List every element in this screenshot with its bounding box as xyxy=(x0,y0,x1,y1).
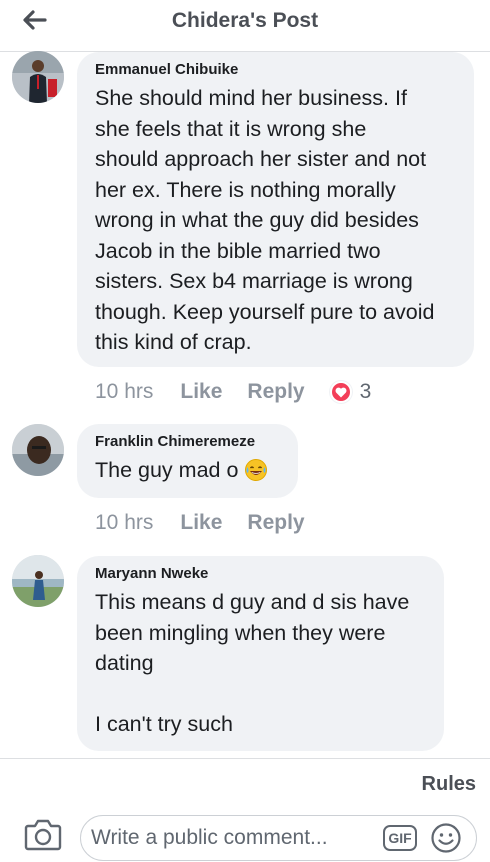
reply-button[interactable]: Reply xyxy=(247,380,304,404)
comment-line: This means d guy and d sis have xyxy=(95,590,410,614)
comment-actions: 10 hrs Like Reply 3 xyxy=(95,377,371,407)
comment-line: should approach her sister and not xyxy=(95,147,427,171)
comment-line: wrong in what the guy did besides xyxy=(95,208,419,232)
comment-line: been mingling when they were xyxy=(95,620,386,645)
profile-photo-icon xyxy=(12,51,64,103)
comment-composer: GIF xyxy=(80,815,477,861)
comment-line: she feels that it is wrong she xyxy=(95,116,367,141)
profile-photo-icon xyxy=(12,424,64,476)
avatar[interactable] xyxy=(12,424,64,476)
comment-actions: 10 hrs Like Reply xyxy=(95,508,330,538)
gif-button[interactable]: GIF xyxy=(383,825,417,851)
comment-timestamp[interactable]: 10 hrs xyxy=(95,511,153,535)
avatar[interactable] xyxy=(12,51,64,103)
comment-author[interactable]: Emmanuel Chibuike xyxy=(95,61,456,79)
camera-icon xyxy=(24,819,62,851)
like-button[interactable]: Like xyxy=(180,380,222,404)
comment-text: This means d guy and d sis have been min… xyxy=(95,587,426,740)
comment-line: dating xyxy=(95,651,154,675)
comment-input[interactable] xyxy=(91,824,371,852)
comment-author[interactable]: Maryann Nweke xyxy=(95,565,426,583)
comment-line: Jacob in the bible married two xyxy=(95,238,381,263)
page-title: Chidera's Post xyxy=(171,9,319,32)
rules-link[interactable]: Rules xyxy=(422,773,476,796)
avatar[interactable] xyxy=(12,555,64,607)
like-button[interactable]: Like xyxy=(180,511,222,535)
heart-icon xyxy=(329,381,352,403)
comment-text: She should mind her business. If she fee… xyxy=(95,83,456,358)
laughing-tears-emoji xyxy=(245,459,268,482)
comment-bubble: Emmanuel Chibuike She should mind her bu… xyxy=(77,52,474,367)
comment-line: though. Keep yourself pure to avoid xyxy=(95,299,435,324)
comment-text: The guy mad o xyxy=(95,455,280,486)
comment-line xyxy=(95,679,426,710)
comment-bubble: Maryann Nweke This means d guy and d sis… xyxy=(77,556,444,751)
reply-button[interactable]: Reply xyxy=(247,511,304,535)
comment-timestamp[interactable]: 10 hrs xyxy=(95,380,153,404)
comment-line: this kind of crap. xyxy=(95,330,252,354)
divider xyxy=(0,758,490,759)
post-header: Chidera's Post xyxy=(0,0,490,52)
reaction-summary[interactable]: 3 xyxy=(329,380,372,404)
comment-author[interactable]: Franklin Chimeremeze xyxy=(95,433,280,451)
camera-button[interactable] xyxy=(24,818,62,852)
reaction-count: 3 xyxy=(359,380,372,403)
comment-line: her ex. There is nothing morally xyxy=(95,177,396,202)
comment-line: sisters. Sex b4 marriage is wrong xyxy=(95,269,413,293)
comment-line: The guy mad o xyxy=(95,458,239,482)
comment-bubble: Franklin Chimeremeze The guy mad o xyxy=(77,424,298,498)
profile-photo-icon xyxy=(12,555,64,607)
emoji-button[interactable] xyxy=(430,822,462,854)
comment-line: She should mind her business. If xyxy=(95,86,407,110)
comment-line: I can't try such xyxy=(95,712,233,736)
smiley-icon xyxy=(431,823,461,853)
